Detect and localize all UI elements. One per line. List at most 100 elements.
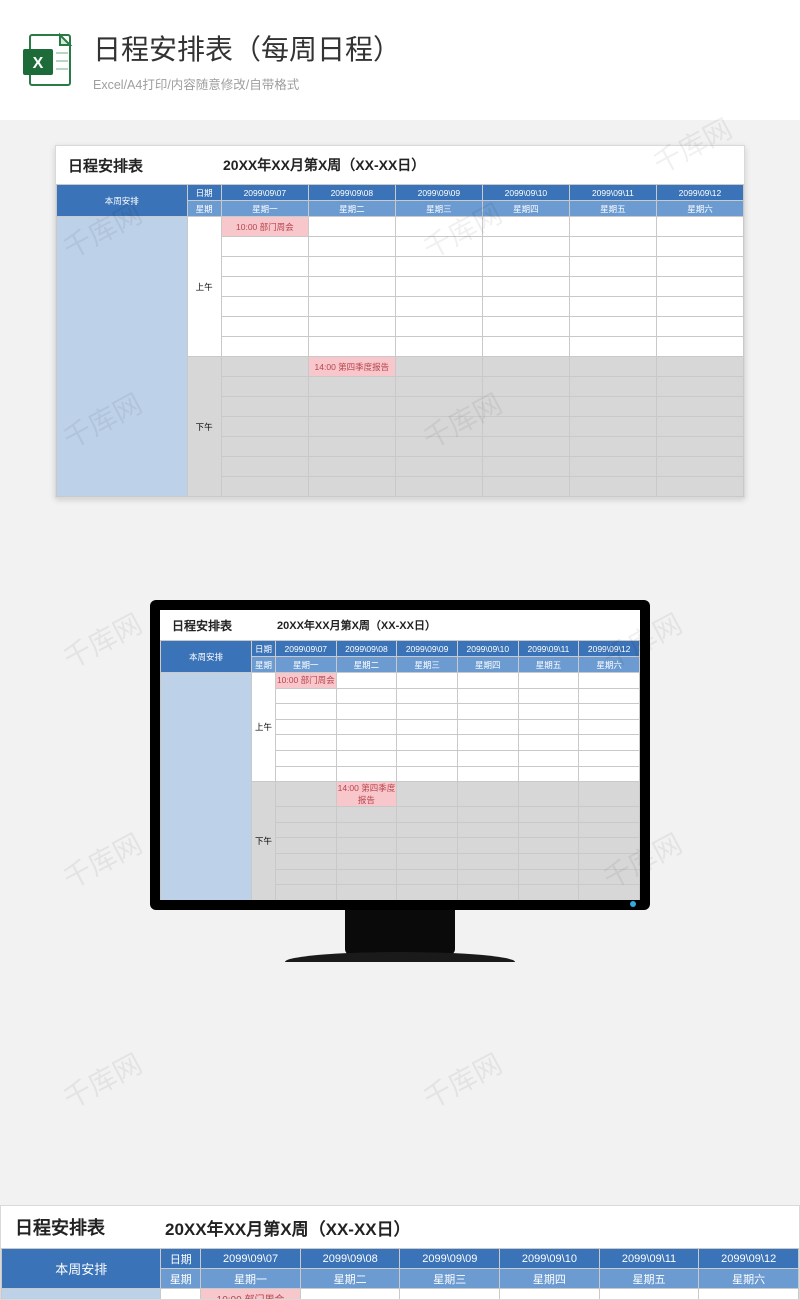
schedule-cell[interactable] xyxy=(482,257,569,277)
schedule-cell[interactable] xyxy=(397,885,458,900)
schedule-cell[interactable] xyxy=(397,782,458,807)
schedule-cell[interactable] xyxy=(518,853,579,869)
schedule-cell[interactable] xyxy=(395,357,482,377)
schedule-cell[interactable] xyxy=(275,838,336,854)
schedule-cell[interactable] xyxy=(308,377,395,397)
schedule-cell[interactable] xyxy=(656,477,743,497)
schedule-cell[interactable] xyxy=(569,217,656,237)
schedule-cell[interactable] xyxy=(569,457,656,477)
schedule-cell[interactable] xyxy=(221,477,308,497)
schedule-cell[interactable] xyxy=(457,688,518,704)
schedule-cell[interactable] xyxy=(397,735,458,751)
schedule-cell[interactable] xyxy=(397,869,458,885)
schedule-cell[interactable] xyxy=(336,885,397,900)
schedule-cell[interactable] xyxy=(656,417,743,437)
schedule-cell[interactable] xyxy=(579,688,640,704)
schedule-cell[interactable] xyxy=(656,217,743,237)
schedule-cell[interactable] xyxy=(395,337,482,357)
schedule-cell[interactable] xyxy=(656,457,743,477)
week-plan-cell[interactable] xyxy=(2,1289,161,1300)
schedule-cell[interactable] xyxy=(569,377,656,397)
schedule-cell[interactable] xyxy=(308,337,395,357)
schedule-cell[interactable] xyxy=(457,750,518,766)
schedule-cell[interactable] xyxy=(336,673,397,689)
schedule-cell[interactable] xyxy=(518,822,579,838)
schedule-cell[interactable] xyxy=(275,853,336,869)
schedule-cell[interactable] xyxy=(457,719,518,735)
schedule-cell[interactable] xyxy=(275,688,336,704)
schedule-cell[interactable] xyxy=(395,377,482,397)
schedule-cell[interactable] xyxy=(221,257,308,277)
schedule-cell[interactable] xyxy=(457,853,518,869)
schedule-cell[interactable] xyxy=(397,822,458,838)
schedule-cell[interactable] xyxy=(457,885,518,900)
event-cell[interactable]: 10:00 部门周会 xyxy=(275,673,336,689)
schedule-cell[interactable] xyxy=(518,807,579,823)
schedule-cell[interactable] xyxy=(482,237,569,257)
schedule-cell[interactable] xyxy=(336,688,397,704)
schedule-cell[interactable] xyxy=(275,719,336,735)
schedule-cell[interactable] xyxy=(579,782,640,807)
schedule-cell[interactable] xyxy=(336,822,397,838)
schedule-cell[interactable] xyxy=(397,750,458,766)
schedule-cell[interactable] xyxy=(275,766,336,782)
schedule-cell[interactable] xyxy=(699,1289,799,1300)
schedule-cell[interactable] xyxy=(221,237,308,257)
schedule-cell[interactable] xyxy=(395,417,482,437)
schedule-cell[interactable] xyxy=(579,838,640,854)
schedule-cell[interactable] xyxy=(579,869,640,885)
schedule-cell[interactable] xyxy=(518,673,579,689)
schedule-cell[interactable] xyxy=(336,735,397,751)
schedule-cell[interactable] xyxy=(457,807,518,823)
schedule-cell[interactable] xyxy=(397,766,458,782)
schedule-cell[interactable] xyxy=(579,766,640,782)
schedule-cell[interactable] xyxy=(569,397,656,417)
event-cell[interactable]: 14:00 第四季度报告 xyxy=(308,357,395,377)
schedule-cell[interactable] xyxy=(221,397,308,417)
schedule-cell[interactable] xyxy=(482,277,569,297)
schedule-cell[interactable] xyxy=(308,417,395,437)
schedule-cell[interactable] xyxy=(518,688,579,704)
schedule-cell[interactable] xyxy=(579,853,640,869)
schedule-cell[interactable] xyxy=(395,237,482,257)
week-plan-cell[interactable] xyxy=(161,673,252,901)
schedule-cell[interactable] xyxy=(482,217,569,237)
schedule-cell[interactable] xyxy=(569,477,656,497)
schedule-cell[interactable] xyxy=(579,807,640,823)
schedule-cell[interactable] xyxy=(656,397,743,417)
schedule-cell[interactable] xyxy=(395,277,482,297)
schedule-cell[interactable] xyxy=(457,822,518,838)
schedule-cell[interactable] xyxy=(482,437,569,457)
schedule-cell[interactable] xyxy=(275,735,336,751)
schedule-cell[interactable] xyxy=(336,766,397,782)
schedule-cell[interactable] xyxy=(457,838,518,854)
schedule-cell[interactable] xyxy=(221,377,308,397)
schedule-cell[interactable] xyxy=(569,357,656,377)
schedule-cell[interactable] xyxy=(221,277,308,297)
schedule-cell[interactable] xyxy=(221,417,308,437)
schedule-cell[interactable] xyxy=(656,237,743,257)
schedule-cell[interactable] xyxy=(482,417,569,437)
schedule-cell[interactable] xyxy=(500,1289,600,1300)
schedule-cell[interactable] xyxy=(221,457,308,477)
schedule-cell[interactable] xyxy=(579,719,640,735)
schedule-cell[interactable] xyxy=(336,704,397,720)
schedule-cell[interactable] xyxy=(579,673,640,689)
schedule-cell[interactable] xyxy=(457,704,518,720)
schedule-cell[interactable] xyxy=(656,357,743,377)
schedule-cell[interactable] xyxy=(308,397,395,417)
schedule-cell[interactable] xyxy=(482,457,569,477)
schedule-cell[interactable] xyxy=(518,885,579,900)
schedule-cell[interactable] xyxy=(336,807,397,823)
schedule-cell[interactable] xyxy=(221,317,308,337)
event-cell[interactable]: 10:00 部门周会 xyxy=(221,217,308,237)
schedule-cell[interactable] xyxy=(482,357,569,377)
schedule-cell[interactable] xyxy=(336,750,397,766)
schedule-cell[interactable] xyxy=(518,782,579,807)
schedule-cell[interactable] xyxy=(397,688,458,704)
schedule-cell[interactable] xyxy=(656,277,743,297)
schedule-cell[interactable] xyxy=(395,317,482,337)
schedule-cell[interactable] xyxy=(482,397,569,417)
schedule-cell[interactable] xyxy=(300,1289,400,1300)
schedule-cell[interactable] xyxy=(275,704,336,720)
